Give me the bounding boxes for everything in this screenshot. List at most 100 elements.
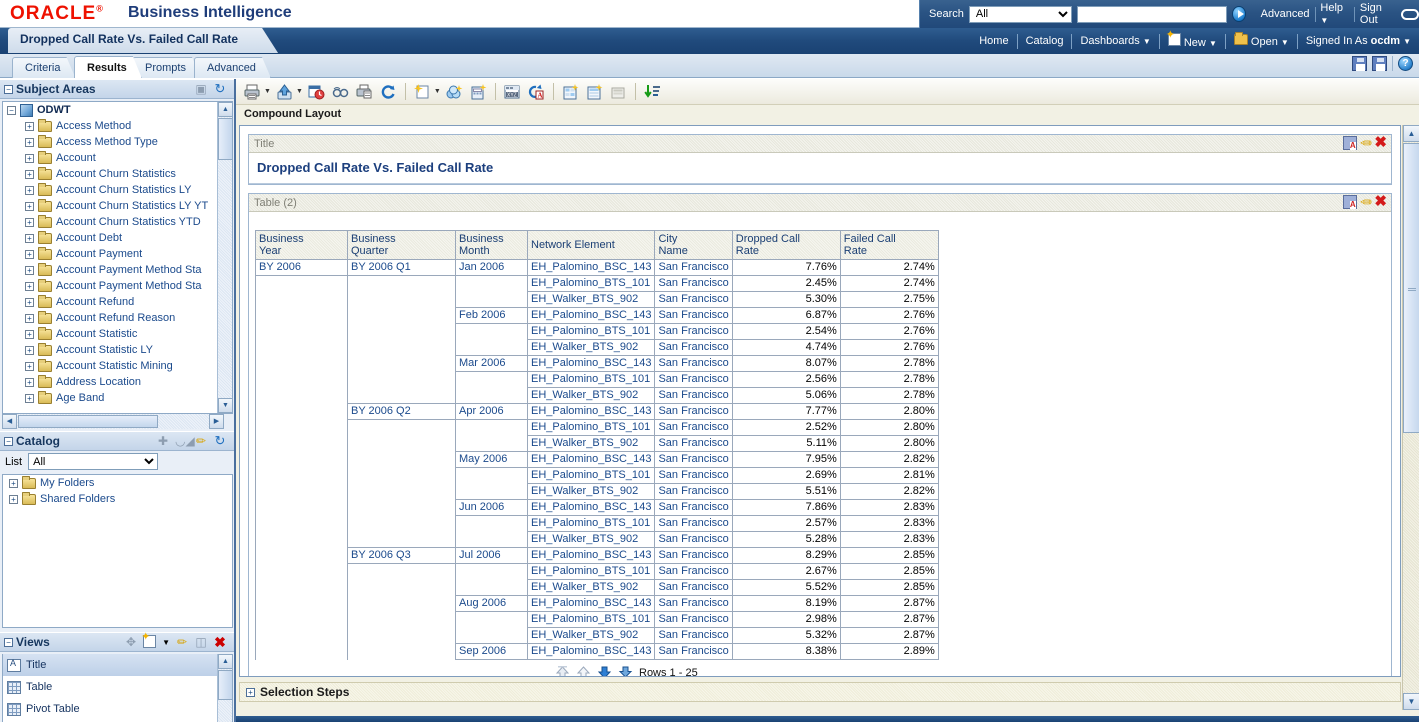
column-header[interactable]: Failed CallRate xyxy=(840,231,938,260)
subject-area-folder[interactable]: +Account Statistic LY xyxy=(3,342,232,358)
cell-city-name[interactable]: San Francisco xyxy=(655,612,732,628)
cell-city-name[interactable]: San Francisco xyxy=(655,628,732,644)
add-compound-layout-icon[interactable] xyxy=(444,82,465,102)
remove-view-icon[interactable]: ✖ xyxy=(1374,136,1387,150)
expand-toggle-icon[interactable]: + xyxy=(25,378,34,387)
cell-city-name[interactable]: San Francisco xyxy=(655,516,732,532)
cell-network-element[interactable]: EH_Palomino_BTS_101 xyxy=(528,324,655,340)
add-remove-subject-areas-icon[interactable]: ▣ xyxy=(194,82,208,96)
new-view-icon[interactable] xyxy=(412,82,433,102)
cell-network-element[interactable]: EH_Palomino_BTS_101 xyxy=(528,612,655,628)
subject-area-folder[interactable]: +Account Payment xyxy=(3,246,232,262)
cell-city-name[interactable]: San Francisco xyxy=(655,388,732,404)
catalog-folder[interactable]: +My Folders xyxy=(3,475,232,491)
scroll-right-button[interactable]: ▶ xyxy=(209,414,224,429)
edit-icon[interactable]: ✏ xyxy=(194,434,208,448)
cell-network-element[interactable]: EH_Palomino_BSC_143 xyxy=(528,548,655,564)
cell-city-name[interactable]: San Francisco xyxy=(655,292,732,308)
scroll-up-button[interactable]: ▲ xyxy=(1403,125,1419,142)
cell-network-element[interactable]: EH_Walker_BTS_902 xyxy=(528,628,655,644)
next-page-icon[interactable] xyxy=(597,665,612,677)
views-collapse-toggle[interactable]: − xyxy=(4,638,13,647)
expand-toggle-icon[interactable]: + xyxy=(25,250,34,259)
cell-network-element[interactable]: EH_Palomino_BSC_143 xyxy=(528,356,655,372)
search-scope-select[interactable]: All xyxy=(969,6,1072,23)
selection-steps-expand-toggle[interactable]: + xyxy=(246,688,255,697)
previous-page-icon[interactable] xyxy=(576,665,591,677)
sort-icon[interactable] xyxy=(642,82,663,102)
subject-area-folder[interactable]: +Age Band xyxy=(3,390,232,406)
refresh-icon[interactable]: ↻ xyxy=(213,434,227,448)
cell-city-name[interactable]: San Francisco xyxy=(655,596,732,612)
column-header[interactable]: BusinessMonth xyxy=(456,231,528,260)
cell-network-element[interactable]: EH_Palomino_BSC_143 xyxy=(528,260,655,276)
nav-home[interactable]: Home xyxy=(979,35,1008,47)
cell-city-name[interactable]: San Francisco xyxy=(655,324,732,340)
view-icon[interactable]: ◡◢ xyxy=(175,434,189,448)
subject-area-folder[interactable]: +Account Churn Statistics LY YT xyxy=(3,198,232,214)
nav-catalog[interactable]: Catalog xyxy=(1026,35,1064,47)
expand-toggle-icon[interactable]: + xyxy=(25,202,34,211)
scroll-down-button[interactable]: ▼ xyxy=(1403,693,1419,710)
canvas-vscrollbar[interactable]: ▲ ▼ xyxy=(1402,125,1419,710)
edit-view-icon[interactable]: ✏ xyxy=(1360,195,1372,209)
cell-network-element[interactable]: EH_Palomino_BTS_101 xyxy=(528,564,655,580)
cell-network-element[interactable]: EH_Palomino_BTS_101 xyxy=(528,516,655,532)
catalog-tree[interactable]: +My Folders+Shared Folders xyxy=(2,474,233,628)
column-properties-icon[interactable]: A xyxy=(526,82,547,102)
cell-city-name[interactable]: San Francisco xyxy=(655,356,732,372)
cell-city-name[interactable]: San Francisco xyxy=(655,308,732,324)
help-icon[interactable]: ? xyxy=(1398,56,1413,71)
first-page-icon[interactable] xyxy=(555,665,570,677)
save-icon[interactable] xyxy=(1352,56,1367,71)
column-header[interactable]: CityName xyxy=(655,231,732,260)
catalog-list-select[interactable]: All xyxy=(28,453,158,470)
cell-network-element[interactable]: EH_Palomino_BTS_101 xyxy=(528,420,655,436)
cell-network-element[interactable]: EH_Walker_BTS_902 xyxy=(528,388,655,404)
edit-formula-icon[interactable]: XYZ xyxy=(502,82,523,102)
view-properties-icon[interactable] xyxy=(1343,195,1357,209)
expand-toggle-icon[interactable]: + xyxy=(25,218,34,227)
export-icon[interactable] xyxy=(274,82,295,102)
table-view-container[interactable]: Table (2) ✏ ✖ BusinessYearBusinessQuarte… xyxy=(248,193,1392,677)
new-icon[interactable]: ✚ xyxy=(156,434,170,448)
scroll-left-button[interactable]: ◀ xyxy=(2,414,17,429)
subject-areas-hscrollbar[interactable]: ◀ ▶ xyxy=(2,414,224,429)
cell-network-element[interactable]: EH_Palomino_BSC_143 xyxy=(528,452,655,468)
expand-toggle-icon[interactable]: + xyxy=(25,298,34,307)
cell-city-name[interactable]: San Francisco xyxy=(655,468,732,484)
catalog-collapse-toggle[interactable]: − xyxy=(4,437,13,446)
scroll-thumb[interactable] xyxy=(1403,143,1419,433)
subject-area-folder[interactable]: +Account Debt xyxy=(3,230,232,246)
subject-area-folder[interactable]: +Account Churn Statistics xyxy=(3,166,232,182)
cell-network-element[interactable]: EH_Palomino_BSC_143 xyxy=(528,308,655,324)
nav-new[interactable]: New ▼ xyxy=(1168,33,1217,49)
expand-toggle-icon[interactable]: + xyxy=(25,234,34,243)
cell-city-name[interactable]: San Francisco xyxy=(655,276,732,292)
search-go-icon[interactable] xyxy=(1232,6,1246,22)
subject-area-folder[interactable]: +Access Method xyxy=(3,118,232,134)
nav-dashboards[interactable]: Dashboards ▼ xyxy=(1080,35,1150,47)
new-calculated-item-icon[interactable] xyxy=(468,82,489,102)
cell-city-name[interactable]: San Francisco xyxy=(655,532,732,548)
cell-city-name[interactable]: San Francisco xyxy=(655,436,732,452)
cell-city-name[interactable]: San Francisco xyxy=(655,372,732,388)
cell-city-name[interactable]: San Francisco xyxy=(655,580,732,596)
expand-toggle-icon[interactable]: + xyxy=(25,362,34,371)
expand-toggle-icon[interactable]: + xyxy=(25,346,34,355)
tree-root-odwt[interactable]: − ODWT xyxy=(3,102,232,118)
help-menu[interactable]: Help ▼ xyxy=(1320,2,1349,26)
subject-area-folder[interactable]: +Address Location xyxy=(3,374,232,390)
expand-toggle-icon[interactable]: + xyxy=(25,122,34,131)
title-view-container[interactable]: Title ✏ ✖ Dropped Call Rate Vs. Failed C… xyxy=(248,134,1392,185)
subject-area-folder[interactable]: +Account Payment Method Sta xyxy=(3,278,232,294)
cell-city-name[interactable]: San Francisco xyxy=(655,564,732,580)
views-list[interactable]: TitleTablePivot TableGraph ▲ ▼ xyxy=(2,654,233,722)
cell-city-name[interactable]: San Francisco xyxy=(655,420,732,436)
subject-area-folder[interactable]: +Account Statistic Mining xyxy=(3,358,232,374)
new-calculated-column-icon[interactable] xyxy=(584,82,605,102)
sign-out-link[interactable]: Sign Out xyxy=(1360,2,1396,26)
last-page-icon[interactable] xyxy=(618,665,633,677)
export-caret[interactable]: ▼ xyxy=(296,88,303,95)
search-input[interactable] xyxy=(1077,6,1227,23)
